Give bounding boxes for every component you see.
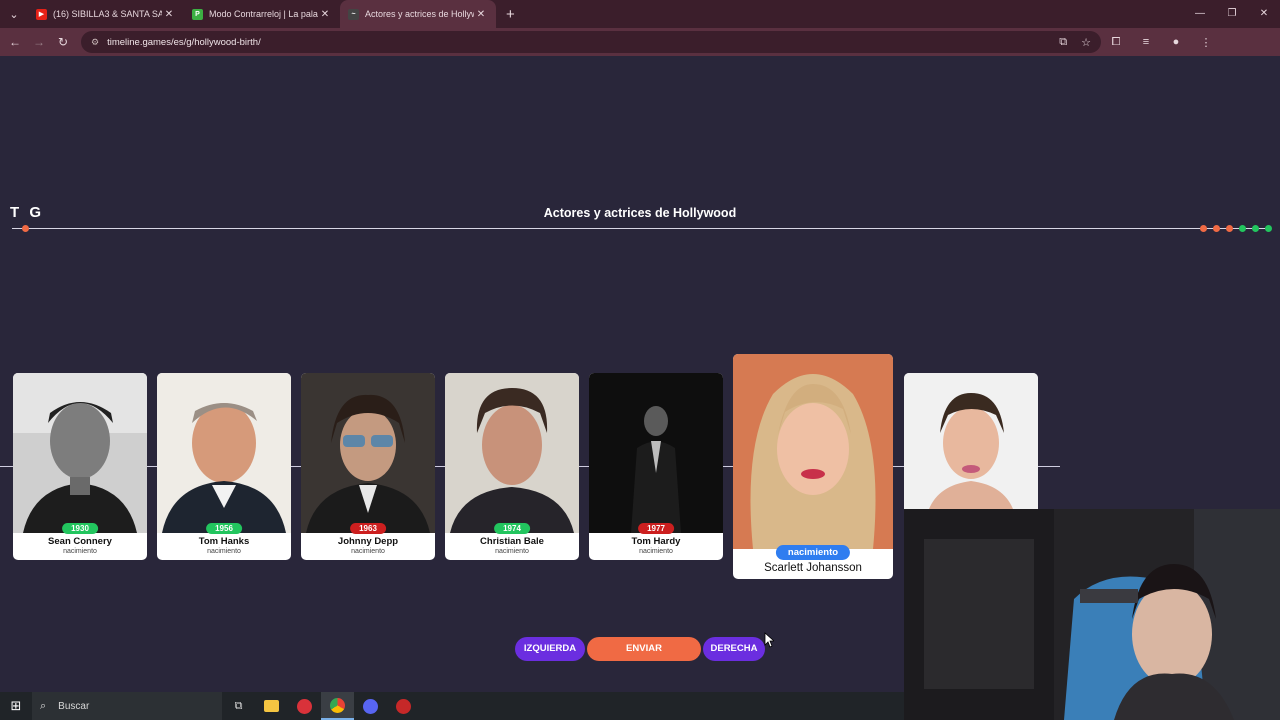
actor-photo: [733, 354, 893, 549]
progress-dot: [1200, 225, 1207, 232]
search-icon: ⌕: [40, 699, 47, 712]
card-christian-bale[interactable]: 1974 Christian Bale nacimiento: [445, 373, 579, 560]
actor-photo: [589, 373, 723, 533]
search-placeholder: Buscar: [58, 700, 90, 712]
bookmark-star-icon[interactable]: ☆: [1081, 36, 1091, 49]
card-name: Johnny Depp: [337, 536, 399, 547]
next-card-preview: [904, 373, 1038, 509]
progress-start-dot: [22, 225, 29, 232]
install-icon[interactable]: ⧉: [1059, 36, 1067, 49]
category-badge: nacimiento: [775, 545, 851, 560]
card-category: nacimiento: [495, 548, 529, 555]
timeline-icon: ~: [348, 8, 359, 20]
reload-icon[interactable]: ↻: [51, 35, 75, 49]
card-category: nacimiento: [207, 548, 241, 555]
close-icon[interactable]: ✕: [162, 9, 176, 20]
minimize-icon[interactable]: —: [1184, 0, 1216, 28]
card-name: Scarlett Johansson: [764, 562, 862, 574]
card-name: Christian Bale: [480, 536, 544, 547]
tab-label: Modo Contrarreloj | La palabra: [209, 9, 318, 19]
youtube-icon: ▶: [36, 8, 47, 20]
pasapalabra-icon: P: [192, 8, 203, 20]
actor-photo: [13, 373, 147, 533]
windows-start-icon[interactable]: ⊞: [0, 698, 32, 714]
new-tab-button[interactable]: +: [496, 6, 525, 23]
year-badge: 1930: [62, 523, 98, 534]
progress-dot: [1239, 225, 1246, 232]
card-name: Tom Hardy: [631, 536, 681, 547]
year-badge: 1956: [206, 523, 242, 534]
file-explorer-icon[interactable]: [255, 692, 288, 720]
year-badge: 1963: [350, 523, 386, 534]
progress-line: [12, 228, 1268, 229]
card-name: Tom Hanks: [198, 536, 250, 547]
send-button[interactable]: ENVIAR: [587, 637, 701, 661]
close-icon[interactable]: ✕: [318, 9, 332, 20]
back-icon[interactable]: ←: [3, 35, 27, 49]
card-category: nacimiento: [351, 548, 385, 555]
discord-icon[interactable]: [354, 692, 387, 720]
year-badge: 1977: [638, 523, 674, 534]
site-info-icon[interactable]: ⚙: [91, 37, 99, 48]
taskbar-search[interactable]: ⌕ Buscar: [32, 692, 222, 720]
media-icon[interactable]: ≡: [1131, 36, 1161, 48]
taskbar: ⊞ ⌕ Buscar ⧉: [0, 692, 904, 720]
actor-photo: [445, 373, 579, 533]
actor-photo: [157, 373, 291, 533]
tab-search-icon[interactable]: ⌄: [0, 0, 28, 28]
mouse-cursor-icon: [764, 632, 774, 648]
card-tom-hanks[interactable]: 1956 Tom Hanks nacimiento: [157, 373, 291, 560]
progress-dot: [1252, 225, 1259, 232]
webcam-overlay: [904, 509, 1280, 720]
tab-pasapalabra[interactable]: P Modo Contrarreloj | La palabra ✕: [184, 0, 340, 28]
year-badge: 1974: [494, 523, 530, 534]
card-name: Sean Connery: [48, 536, 112, 547]
opera-icon[interactable]: [288, 692, 321, 720]
left-button[interactable]: IZQUIERDA: [515, 637, 585, 661]
tab-bar: ⌄ ▶ (16) SIBILLA3 & SANTA SALUT ✕ P Modo…: [0, 0, 1280, 28]
progress-dot: [1226, 225, 1233, 232]
menu-icon[interactable]: ⋮: [1191, 36, 1221, 49]
progress-dot: [1265, 225, 1272, 232]
card-category: nacimiento: [639, 548, 673, 555]
actor-photo: [301, 373, 435, 533]
obs-icon[interactable]: [387, 692, 420, 720]
restore-icon[interactable]: ❐: [1216, 0, 1248, 28]
tab-label: Actores y actrices de Hollywood: [365, 9, 474, 19]
card-johnny-depp[interactable]: 1963 Johnny Depp nacimiento: [301, 373, 435, 560]
task-view-icon[interactable]: ⧉: [222, 692, 255, 720]
window-controls: — ❐ ✕: [1184, 0, 1280, 28]
card-category: nacimiento: [63, 548, 97, 555]
close-window-icon[interactable]: ✕: [1248, 0, 1280, 28]
address-bar-row: ← → ↻ ⚙ timeline.games/es/g/hollywood-bi…: [0, 28, 1280, 56]
extensions-icon[interactable]: ⧠: [1101, 36, 1131, 49]
right-button[interactable]: DERECHA: [703, 637, 765, 661]
url-field[interactable]: ⚙ timeline.games/es/g/hollywood-birth/ ⧉…: [81, 31, 1101, 53]
close-icon[interactable]: ✕: [474, 9, 488, 20]
forward-icon[interactable]: →: [27, 35, 51, 49]
url-text: timeline.games/es/g/hollywood-birth/: [107, 36, 261, 48]
profile-avatar-icon[interactable]: ●: [1161, 36, 1191, 48]
tab-youtube[interactable]: ▶ (16) SIBILLA3 & SANTA SALUT ✕: [28, 0, 184, 28]
progress-dot: [1213, 225, 1220, 232]
page-title: Actores y actrices de Hollywood: [543, 206, 737, 220]
chrome-icon[interactable]: [321, 692, 354, 720]
tab-label: (16) SIBILLA3 & SANTA SALUT: [53, 9, 162, 19]
current-card-scarlett-johansson[interactable]: nacimiento Scarlett Johansson: [733, 354, 893, 579]
card-sean-connery[interactable]: 1930 Sean Connery nacimiento: [13, 373, 147, 560]
card-tom-hardy[interactable]: 1977 Tom Hardy nacimiento: [589, 373, 723, 560]
tab-timeline[interactable]: ~ Actores y actrices de Hollywood ✕: [340, 0, 496, 28]
